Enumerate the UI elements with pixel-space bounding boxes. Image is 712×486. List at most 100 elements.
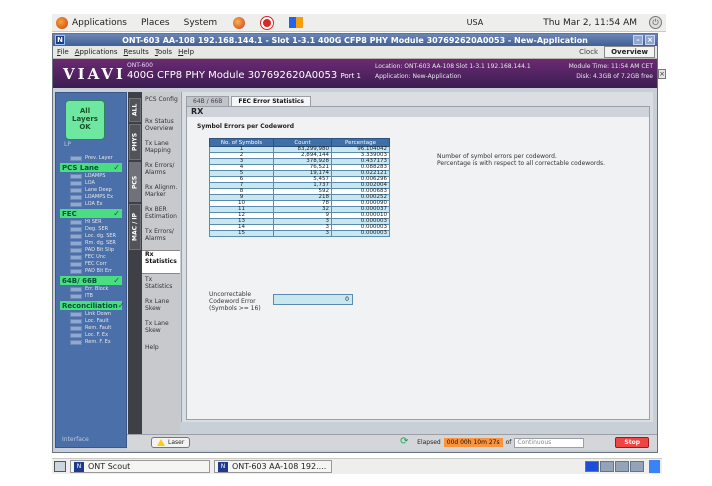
minimize-button[interactable]: – [633,35,643,45]
menu-results[interactable]: Results [124,48,149,56]
workspace-3[interactable] [615,461,629,472]
show-desktop-icon[interactable] [54,461,66,472]
alarm-item[interactable]: Loc. dg. SER [70,233,116,239]
nav-item-tx-lane-mapping[interactable]: Tx Lane Mapping [142,140,180,160]
alarm-item[interactable]: FEC Unc [70,254,106,260]
alarm-item[interactable]: Err. Block [70,286,108,292]
nav-item-tx-lane-skew[interactable]: Tx Lane Skew [142,320,180,340]
vtab-phys[interactable]: PHYS [129,124,141,160]
taskbar-ont-scout[interactable]: N ONT Scout [70,460,210,473]
alarm-item[interactable]: LOA [70,180,95,186]
tab-64b-66b[interactable]: 64B / 66B [186,96,230,106]
viavi-logo: VIAVI [63,65,126,83]
menu-help[interactable]: Help [178,48,194,56]
nav-item-pcs-config[interactable]: PCS Config [142,96,180,116]
alarm-group[interactable]: 64B/ 66B ✓ [60,276,122,285]
keyboard-layout[interactable]: USA [467,18,484,27]
alarm-item[interactable]: LOA Ex [70,201,103,207]
application-info: Application: New-Application [375,73,462,80]
alarm-led-icon [70,240,82,246]
nav-item-help[interactable]: Help [142,344,180,364]
alarm-item[interactable]: Loc. F. Ex [70,332,108,338]
main-content: 64B / 66B FEC Error Statistics RX Symbol… [181,92,653,422]
alarm-item[interactable]: Rem. Fault [70,325,111,331]
alarm-led-icon [70,194,82,200]
alarm-item[interactable]: Hi SER [70,219,102,225]
workspace-4[interactable] [630,461,644,472]
interface-button[interactable]: Interface [62,436,89,443]
menu-tools[interactable]: Tools [155,48,172,56]
alarm-item[interactable]: Link Down [70,311,111,317]
alarm-item[interactable]: Loc. Fault [70,318,109,324]
lp-badge: LP [64,141,71,148]
alarm-group[interactable]: Reconciliation ✓ [60,301,124,310]
tab-fec-error-statistics[interactable]: FEC Error Statistics [231,96,312,106]
alarm-item[interactable]: LOAMPS Ex [70,194,113,200]
nav-item-rx-ber-estimation[interactable]: Rx BER Estimation [142,206,180,226]
system-menu[interactable]: System [184,18,218,28]
alarm-group[interactable]: PCS Lane ✓ [60,163,122,172]
vtab-pcs[interactable]: PCS [129,162,141,202]
alarm-item[interactable]: LOAMPS [70,173,105,179]
alarm-led-icon [70,325,82,331]
applications-menu[interactable]: Applications [72,18,127,28]
overview-button[interactable]: Overview [604,46,655,58]
duration-field[interactable]: Continuous [514,437,585,448]
alarm-item[interactable]: FEC Corr [70,261,107,267]
nav-item-rx-lane-skew[interactable]: Rx Lane Skew [142,298,180,318]
gnome-foot-icon[interactable] [56,16,68,29]
menu-file[interactable]: File [57,48,69,56]
alarm-group[interactable]: FEC ✓ [60,209,122,218]
close-window-button[interactable]: × [645,35,655,45]
menu-applications[interactable]: Applications [75,48,118,56]
workspace-1[interactable] [585,461,599,472]
module-name: 400G CFP8 PHY Module 307692620A0053 Port… [127,70,361,81]
module-badge: ONT-600 [127,62,153,69]
fec-statistics-panel: RX Symbol Errors per Codeword No. of Sym… [186,106,650,420]
vtab-all[interactable]: ALL [129,98,141,122]
nav-item-rx-statistics[interactable]: Rx Statistics [142,250,180,274]
power-icon[interactable]: ⏻ [649,16,662,29]
alarm-item[interactable]: PAD Bit Err [70,268,112,274]
alarm-led-icon [70,226,82,232]
elapsed-value: 00d 00h 10m 27s [443,438,503,447]
close-module-icon[interactable]: × [658,69,666,79]
network-icon[interactable] [289,17,304,28]
alarm-item[interactable]: ITB [70,293,93,299]
alarm-led-icon [70,187,82,193]
places-menu[interactable]: Places [141,18,170,28]
check-icon: ✓ [113,209,120,218]
warning-triangle-icon [157,439,165,446]
alarm-item[interactable]: Rem. F. Ex [70,339,111,345]
panel-clock[interactable]: Thu Mar 2, 11:54 AM [543,18,637,28]
nav-item-tx-statistics[interactable]: Tx Statistics [142,276,180,296]
workspace-2[interactable] [600,461,614,472]
clock-button[interactable]: Clock [579,48,598,56]
alarm-item[interactable]: PAD Bit Slip [70,247,114,253]
vtab-mac-ip[interactable]: MAC / IP [129,204,141,250]
app-n-icon: N [218,461,228,472]
restart-icon[interactable]: ⟳ [400,437,414,448]
alarm-item[interactable]: Lane Deep [70,187,112,193]
nav-item-rx-status-overview[interactable]: Rx Status Overview [142,118,180,138]
nav-item-tx-errors-alarms[interactable]: Tx Errors/ Alarms [142,228,180,248]
layer-tabs: ALL PHYS PCS MAC / IP [128,92,142,448]
alarm-item[interactable]: Rm. dg. SER [70,240,116,246]
alarm-item[interactable]: Deg. SER [70,226,108,232]
window-title: ONT-603 AA-108 192.168.144.1 - Slot 1-3.… [122,35,588,45]
window-titlebar[interactable]: N ONT-603 AA-108 192.168.144.1 - Slot 1-… [53,34,657,46]
of-label: of [505,439,512,446]
alarm-led-icon [70,268,82,274]
alarm-led-icon [70,247,82,253]
stop-button[interactable]: Stop [615,437,649,448]
firefox-icon[interactable] [233,16,246,29]
taskbar-ont-603[interactable]: N ONT-603 AA-108 192.... [214,460,332,473]
disk-info: Disk: 4.3GB of 7.2GB free [576,73,653,80]
nav-item-rx-errors-alarms[interactable]: Rx Errors/ Alarms [142,162,180,182]
nav-item-rx-alignm-marker[interactable]: Rx Alignm. Marker [142,184,180,204]
alarm-item[interactable]: Prev. Layer [70,155,113,161]
laser-button[interactable]: Laser [151,437,191,448]
trash-icon[interactable] [649,460,660,473]
summary-status-button[interactable]: All Layers OK [65,100,105,140]
help-lifebuoy-icon[interactable] [261,16,274,29]
